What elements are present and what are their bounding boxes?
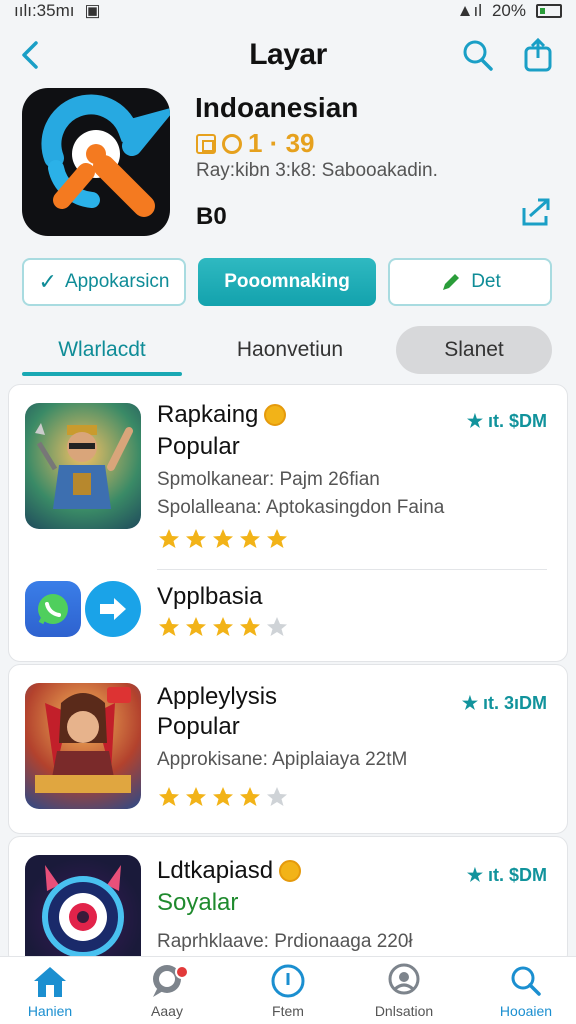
pencil-icon <box>443 274 460 290</box>
card-detail-line: Raprhklaave: Prdionaaga 220ł <box>157 931 413 952</box>
app-icon <box>22 88 170 236</box>
app-list-card: Rapkaing Popular Spmolkanear: Pajm 26fia… <box>8 384 568 662</box>
rating-row: 1 · 39 <box>196 128 315 159</box>
forward-app-icon[interactable] <box>85 581 141 637</box>
hero-game-thumbnail[interactable] <box>25 403 141 529</box>
star-filled-icon <box>186 529 206 548</box>
star-filled-icon <box>213 787 233 806</box>
nav-search[interactable]: Hooaien <box>476 963 576 1023</box>
nav-apps[interactable]: Aaay <box>117 963 217 1023</box>
profile-bubble-icon <box>388 963 420 995</box>
app-list-card: Ldtkapiasd Soyalar Raprhklaave: Prdionaa… <box>8 836 568 981</box>
card-subtitle: Soyalar <box>157 889 239 916</box>
signal-icon: ▲ıl <box>456 1 482 20</box>
card-subtitle: Popular <box>157 713 240 740</box>
card-title[interactable]: Appleylysis <box>157 683 277 711</box>
star-rating <box>157 615 289 639</box>
nav-label: Hanien <box>27 1003 73 1019</box>
search-icon[interactable] <box>460 36 496 74</box>
checkmark-icon: ✓ <box>38 269 57 294</box>
nav-home[interactable]: Hanien <box>0 963 100 1023</box>
nav-label: Aaay <box>151 1003 183 1019</box>
app-subinfo: Ray:kibn 3:k8: Sabooakadin. <box>196 160 438 181</box>
star-filled-icon <box>240 529 260 548</box>
nav-label: Ftem <box>272 1003 304 1019</box>
tab-wlarlacdt[interactable]: Wlarlacdt <box>22 326 182 374</box>
category-icon <box>196 133 216 154</box>
star-filled-icon <box>240 617 260 636</box>
star-filled-icon <box>159 787 179 806</box>
whatsapp-icon[interactable] <box>25 581 81 637</box>
star-filled-icon <box>240 787 260 806</box>
tab-haonvetiun[interactable]: Haonvetiun <box>200 326 380 374</box>
app-price: B0 <box>196 203 227 230</box>
card-metric: ★ ıt. $DM <box>466 411 547 431</box>
app-name: Indoanesian <box>195 92 359 123</box>
verified-badge-icon <box>264 404 287 426</box>
appokarsicn-label: Appokarsicn <box>64 271 170 292</box>
star-rating <box>157 785 289 809</box>
notification-dot <box>175 965 189 979</box>
star-filled-icon <box>159 617 179 636</box>
bottom-nav: Hanien Aaay Ftem Dnlsation Hooaien <box>0 956 576 1024</box>
app-store-page: ıılı:35mı ▣ ▲ıl 20% Layar Indoanesian 1 … <box>0 0 576 1024</box>
app-list-card: Appleylysis Popular Approkisane: Apiplai… <box>8 664 568 834</box>
clock: ıılı:35mı <box>14 1 75 20</box>
nav-label: Dnlsation <box>374 1003 434 1019</box>
home-icon <box>34 967 66 997</box>
card-title-text: Rapkaing <box>157 401 259 428</box>
star-filled-icon <box>213 529 233 548</box>
tab-bar: Wlarlacdt Haonvetiun Slanet <box>0 326 576 376</box>
card-metric: ★ ıt. 3ıDM <box>461 693 547 713</box>
divider <box>157 569 547 570</box>
card-title[interactable]: Ldtkapiasd <box>157 857 302 885</box>
heroine-game-thumbnail[interactable] <box>25 683 141 809</box>
star-rating <box>157 527 289 551</box>
card-detail-line: Spmolkanear: Pajm 26fian <box>157 469 380 490</box>
appokarsicn-button[interactable]: ✓ Appokarsicn <box>22 258 186 306</box>
nav-items[interactable]: Ftem <box>238 963 338 1023</box>
nav-label: Hooaien <box>499 1003 553 1019</box>
search-icon <box>511 966 541 996</box>
notification-icon: ▣ <box>84 1 101 20</box>
clock-icon <box>271 964 305 998</box>
card-subtitle: Popular <box>157 433 240 460</box>
det-label: Det <box>471 271 501 292</box>
status-bar: ıılı:35mı ▣ ▲ıl 20% <box>0 0 576 22</box>
star-empty-icon <box>267 787 287 806</box>
tab-slanet[interactable]: Slanet <box>396 326 552 374</box>
star-filled-icon <box>186 787 206 806</box>
verified-badge-icon <box>279 860 302 882</box>
card-detail-line: Approkisane: Apiplaiaya 22tM <box>157 749 408 770</box>
share-icon[interactable] <box>520 36 556 74</box>
star-filled-icon <box>159 529 179 548</box>
card-detail-line: Spolalleana: Aptokasingdon Faina <box>157 497 445 518</box>
star-filled-icon <box>186 617 206 636</box>
primary-action-button[interactable]: Pooomnaking <box>198 258 376 306</box>
rating-value: 1 · 39 <box>248 128 315 158</box>
nav-updates[interactable]: Dnlsation <box>354 963 454 1023</box>
star-empty-icon <box>267 617 287 636</box>
primary-action-label: Pooomnaking <box>224 271 350 292</box>
share-out-icon[interactable] <box>520 196 554 228</box>
coin-icon <box>222 133 242 154</box>
card-title[interactable]: Vpplbasia <box>157 583 262 611</box>
star-filled-icon <box>213 617 233 636</box>
star-filled-icon <box>267 529 287 548</box>
card-title-text: Ldtkapiasd <box>157 857 274 884</box>
top-nav: Layar <box>0 30 576 82</box>
battery-icon <box>536 4 562 18</box>
det-button[interactable]: Det <box>388 258 552 306</box>
card-title[interactable]: Rapkaing <box>157 401 287 429</box>
battery-percent: 20% <box>491 1 526 20</box>
tab-underline <box>22 372 182 376</box>
card-metric: ★ ıt. $DM <box>466 865 547 885</box>
